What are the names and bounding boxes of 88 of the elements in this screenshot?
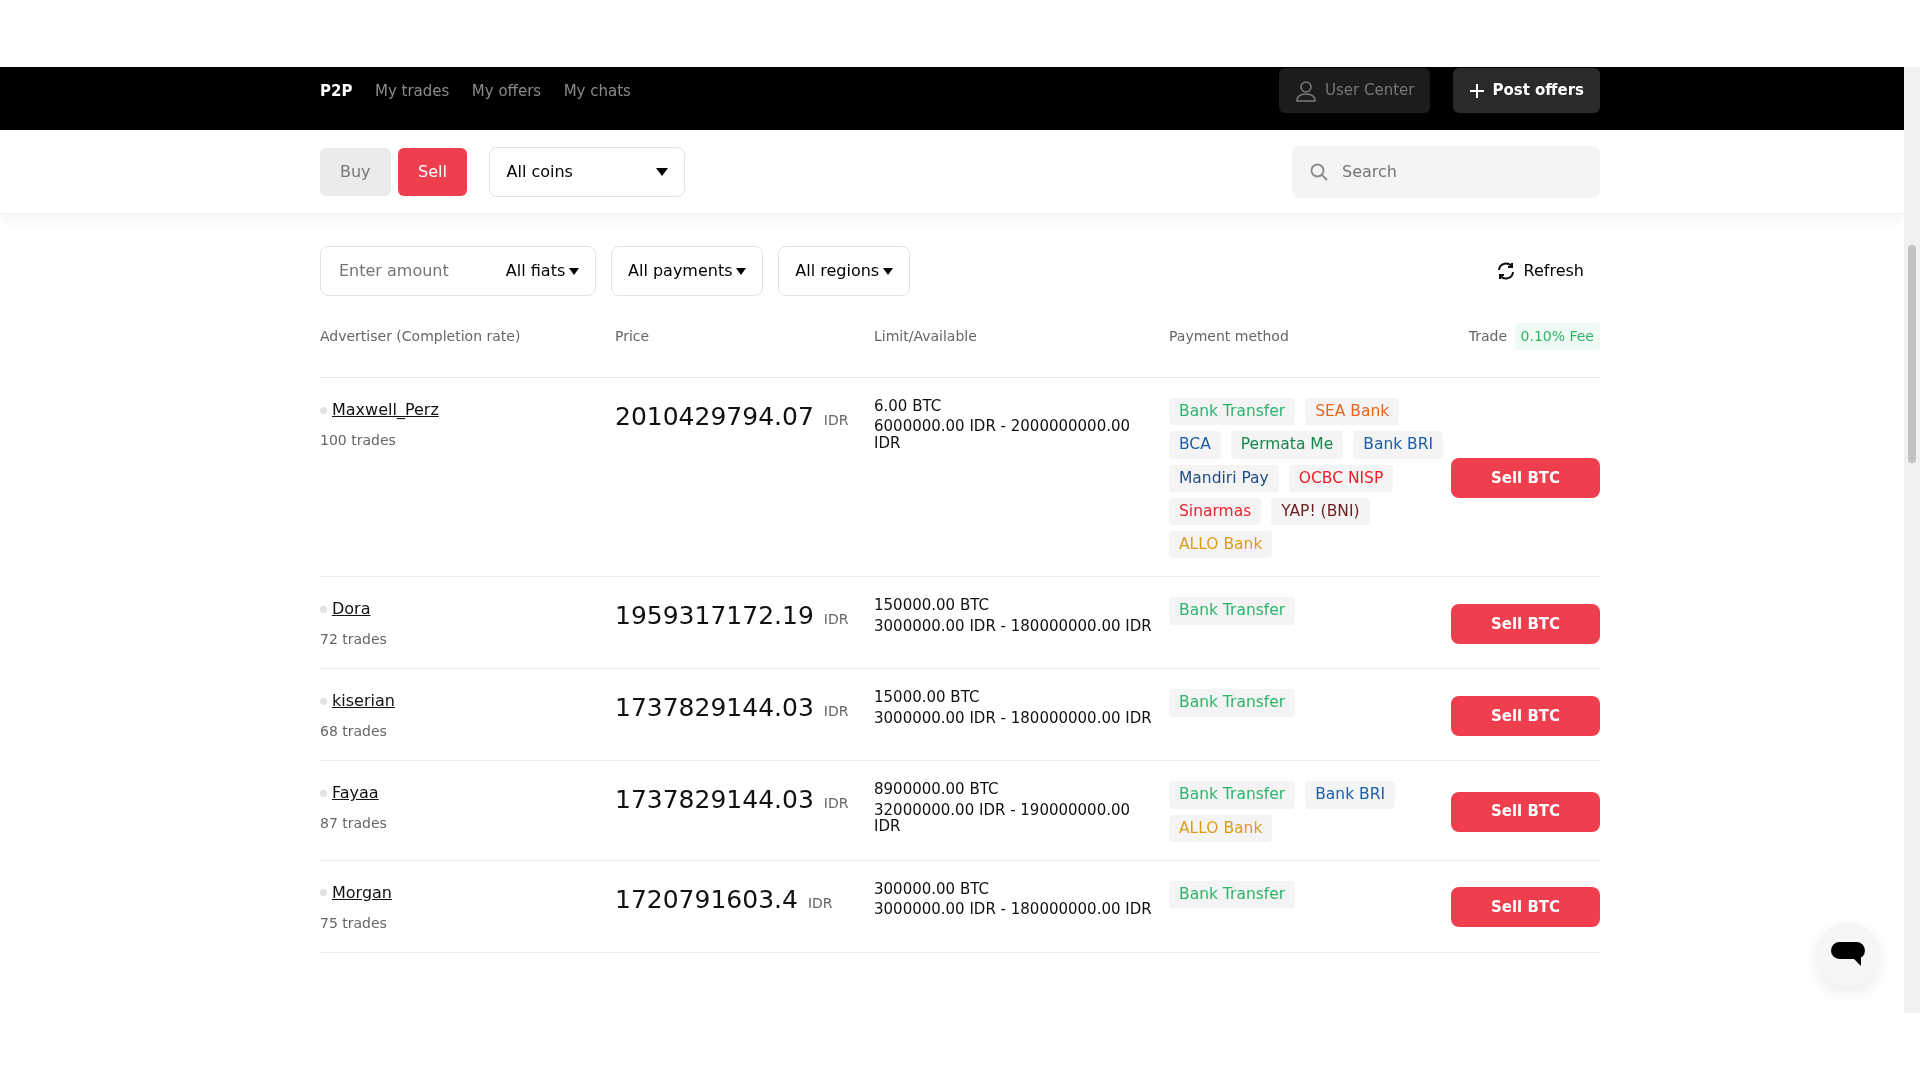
side-toggle-button[interactable]: Buy (320, 147, 391, 196)
payment-method-tag: Bank BRI (1305, 781, 1396, 809)
sell-button[interactable]: Sell BTC (1451, 695, 1600, 736)
nav-tab[interactable]: P2P (320, 80, 353, 103)
nav-tab[interactable]: My offers (471, 80, 542, 103)
limit-range: 3000000.00 IDR - 180000000.00 IDR (874, 617, 1153, 634)
sell-button[interactable]: Sell BTC (1451, 791, 1600, 832)
payment-method-tag: Bank Transfer (1169, 398, 1296, 426)
column-header: Price (615, 328, 650, 344)
trade-count: 68 trades (320, 722, 388, 742)
scrollbar[interactable] (1904, 67, 1920, 1013)
payment-method-tag: OCBC NISP (1288, 464, 1394, 492)
column-header: Payment method (1169, 328, 1289, 344)
post-offers-button[interactable]: Post offers (1452, 68, 1600, 113)
payment-method-tag: YAP! (BNI) (1271, 497, 1370, 525)
chat-icon (1831, 942, 1865, 968)
search-icon (1310, 162, 1328, 181)
available-amount: 150000.00 BTC (874, 597, 990, 614)
caret-icon (569, 267, 579, 275)
caret-icon (882, 267, 893, 275)
side-toggle-button[interactable]: Sell (398, 147, 467, 196)
trade-count: 100 trades (320, 431, 397, 450)
payment-method-tag: Mandiri Pay (1169, 464, 1279, 492)
amount-field[interactable]: Enter amount All fiats (320, 246, 596, 296)
payment-method-tag: BCA (1169, 431, 1221, 459)
limit-range: 3000000.00 IDR - 180000000.00 IDR (874, 709, 1153, 726)
refresh-button[interactable]: Refresh (1480, 259, 1600, 283)
sell-button[interactable]: Sell BTC (1451, 603, 1600, 644)
price-text: 1720791603.4 (615, 883, 798, 916)
payments-dropdown[interactable]: All payments (611, 246, 764, 296)
advertiser-link[interactable]: Maxwell_Perz (332, 398, 439, 422)
available-amount: 300000.00 BTC (874, 880, 990, 898)
nav-tab[interactable]: My chats (563, 80, 631, 103)
user-icon (1295, 79, 1318, 102)
trade-count: 72 trades (320, 630, 388, 650)
payment-method-tag: ALLO Bank (1169, 531, 1273, 559)
available-amount: 15000.00 BTC (874, 689, 981, 706)
status-dot (320, 406, 327, 414)
payment-method-tag: Bank Transfer (1169, 597, 1296, 625)
limit-range: 6000000.00 IDR - 2000000000.00 IDR (874, 418, 1132, 452)
caret-icon (736, 267, 747, 275)
column-header: Advertiser (Completion rate) (320, 328, 521, 344)
nav-tab[interactable]: My trades (374, 80, 450, 103)
caret-icon (656, 167, 669, 176)
column-header: Trade (1468, 327, 1508, 346)
user-center-button[interactable]: User Center (1279, 68, 1431, 113)
advertiser-link[interactable]: Fayaa (332, 781, 379, 806)
limit-range: 32000000.00 IDR - 190000000.00 IDR (874, 801, 1132, 835)
available-amount: 6.00 BTC (874, 398, 943, 415)
price-text: 1737829144.03 (615, 692, 814, 725)
coin-dropdown[interactable]: All coins (489, 146, 686, 197)
status-dot (320, 789, 327, 797)
payment-method-tag: ALLO Bank (1169, 814, 1273, 842)
trade-count: 75 trades (320, 913, 388, 933)
status-dot (320, 605, 327, 613)
scrollbar-thumb[interactable] (1908, 245, 1916, 463)
available-amount: 8900000.00 BTC (874, 781, 1000, 798)
advertiser-link[interactable]: Dora (332, 597, 371, 622)
currency-text: IDR (823, 411, 849, 430)
payment-method-tag: Bank Transfer (1169, 781, 1296, 809)
refresh-icon (1496, 262, 1517, 280)
trade-count: 87 trades (320, 814, 388, 834)
price-text: 2010429794.07 (615, 401, 814, 433)
price-text: 1737829144.03 (615, 784, 814, 817)
currency-text: IDR (823, 794, 849, 814)
status-dot (320, 889, 327, 897)
column-header: Limit/Available (874, 328, 977, 344)
status-dot (320, 697, 327, 705)
payment-method-tag: Bank Transfer (1169, 689, 1296, 717)
advertiser-link[interactable]: Morgan (332, 880, 392, 905)
search-field[interactable]: Search (1292, 145, 1600, 198)
fiat-dropdown[interactable]: All fiats (505, 259, 579, 283)
sell-button[interactable]: Sell BTC (1451, 458, 1600, 499)
price-text: 1959317172.19 (615, 600, 814, 633)
payment-method-tag: SEA Bank (1305, 398, 1400, 426)
plus-icon (1468, 82, 1485, 99)
sell-button[interactable]: Sell BTC (1451, 887, 1600, 928)
fee-tag: 0.10% Fee (1514, 323, 1600, 350)
currency-text: IDR (823, 610, 849, 630)
payment-method-tag: Bank Transfer (1169, 880, 1296, 908)
advertiser-link[interactable]: kiserian (332, 689, 395, 714)
payment-method-tag: Permata Me (1230, 431, 1344, 459)
currency-text: IDR (807, 893, 833, 913)
currency-text: IDR (823, 702, 849, 722)
payment-method-tag: Sinarmas (1169, 497, 1262, 525)
regions-dropdown[interactable]: All regions (778, 246, 910, 296)
limit-range: 3000000.00 IDR - 180000000.00 IDR (874, 901, 1153, 918)
payment-method-tag: Bank BRI (1353, 431, 1444, 459)
